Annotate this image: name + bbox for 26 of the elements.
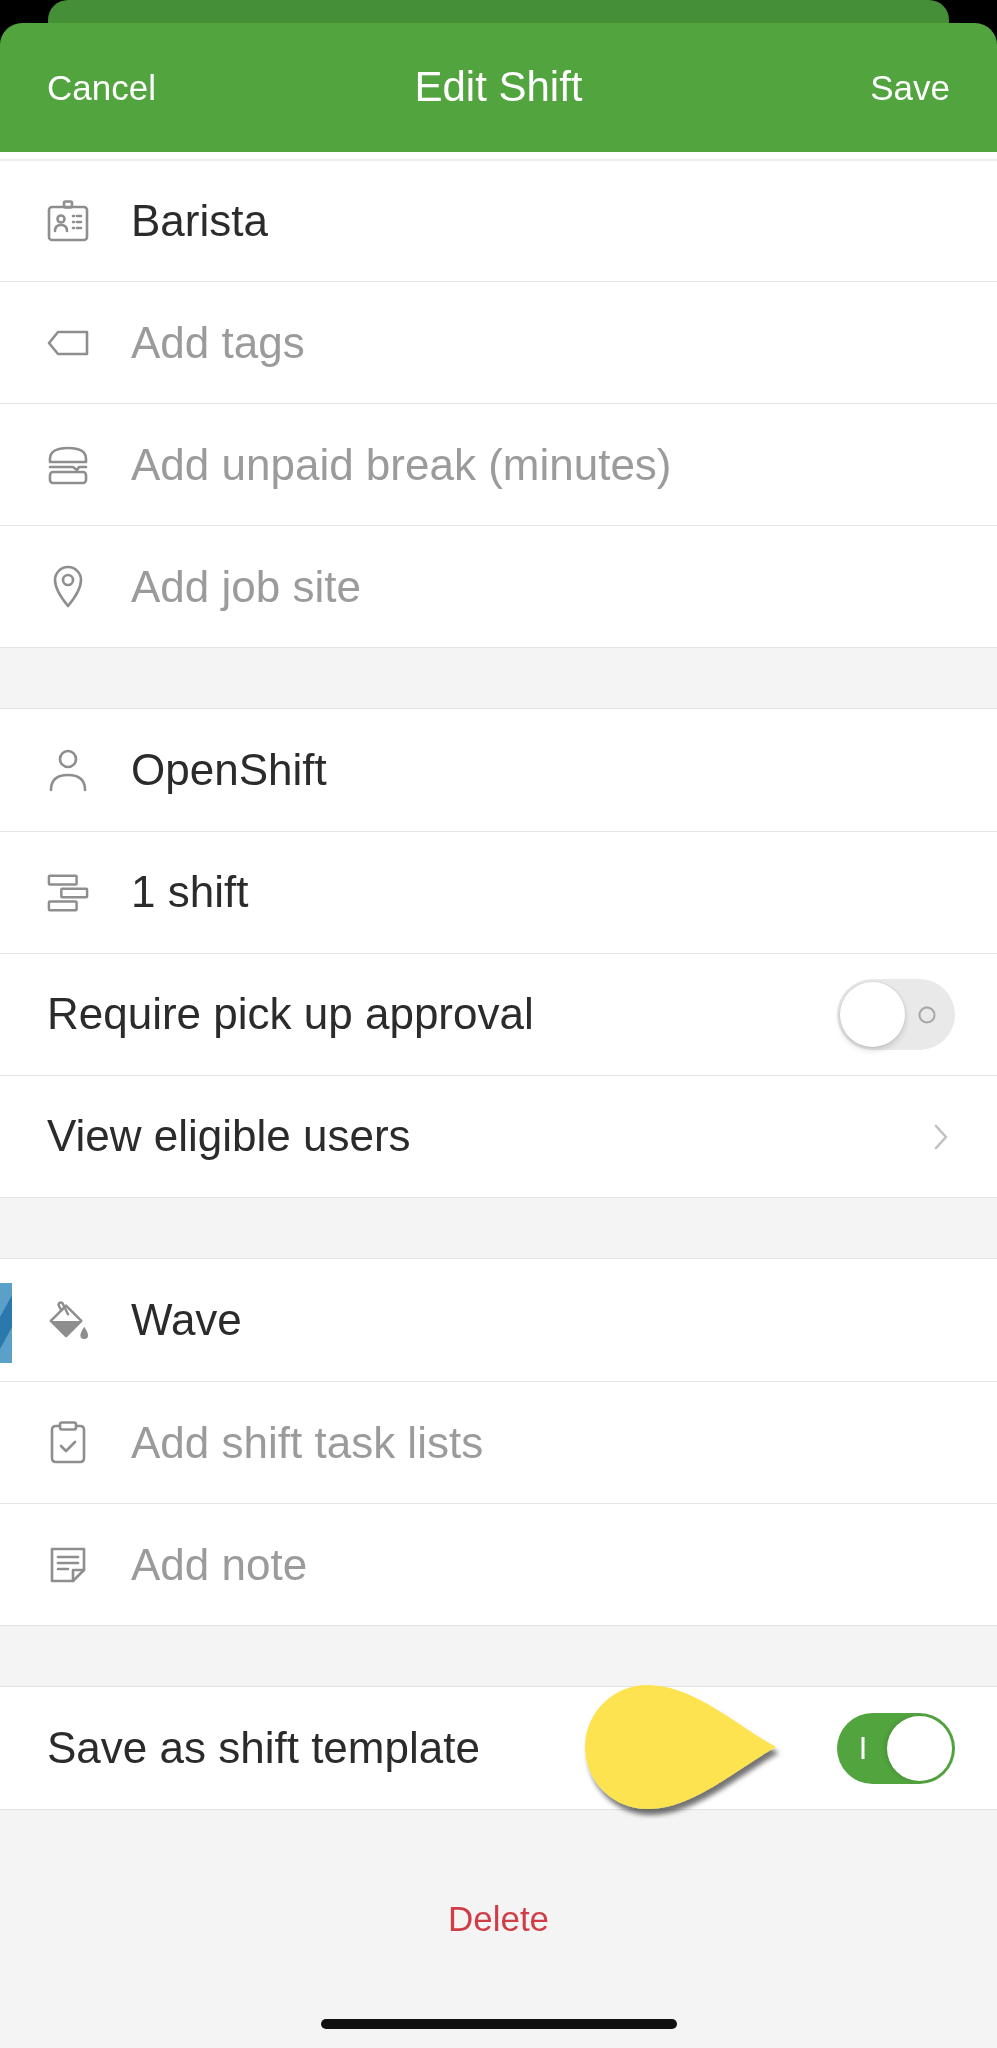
- job-site-field[interactable]: Add job site: [131, 557, 955, 616]
- toggle-label: Save as shift template: [47, 1721, 480, 1774]
- position-value[interactable]: Barista: [131, 194, 268, 248]
- paint-bucket-icon: [47, 1299, 89, 1341]
- screen-title: Edit Shift: [414, 62, 583, 113]
- burger-icon: [47, 444, 89, 485]
- person-icon: [48, 748, 88, 792]
- color-name-value[interactable]: Wave: [131, 1293, 242, 1347]
- task-lists-field[interactable]: Add shift task lists: [131, 1413, 955, 1472]
- note-field[interactable]: Add note: [131, 1535, 955, 1594]
- clipboard-check-icon: [50, 1421, 86, 1464]
- list-item-link[interactable]: View eligible users: [47, 1076, 955, 1197]
- chevron-right-icon: [934, 1123, 948, 1150]
- id-badge-icon: [47, 200, 89, 242]
- shift-count-value[interactable]: 1 shift: [131, 866, 249, 919]
- map-pin-icon: [52, 565, 84, 608]
- tag-icon: [47, 329, 89, 356]
- on-bar-icon: [861, 1737, 865, 1759]
- tags-field[interactable]: Add tags: [131, 313, 955, 372]
- delete-button[interactable]: Delete: [447, 1898, 550, 1940]
- note-icon: [50, 1546, 86, 1583]
- assignee-value[interactable]: OpenShift: [131, 743, 327, 797]
- stacked-bars-icon: [47, 872, 89, 913]
- off-ring-icon: [918, 1005, 936, 1024]
- toggle-label: Require pick up approval: [47, 988, 534, 1041]
- unpaid-break-field[interactable]: Add unpaid break (minutes): [131, 435, 955, 494]
